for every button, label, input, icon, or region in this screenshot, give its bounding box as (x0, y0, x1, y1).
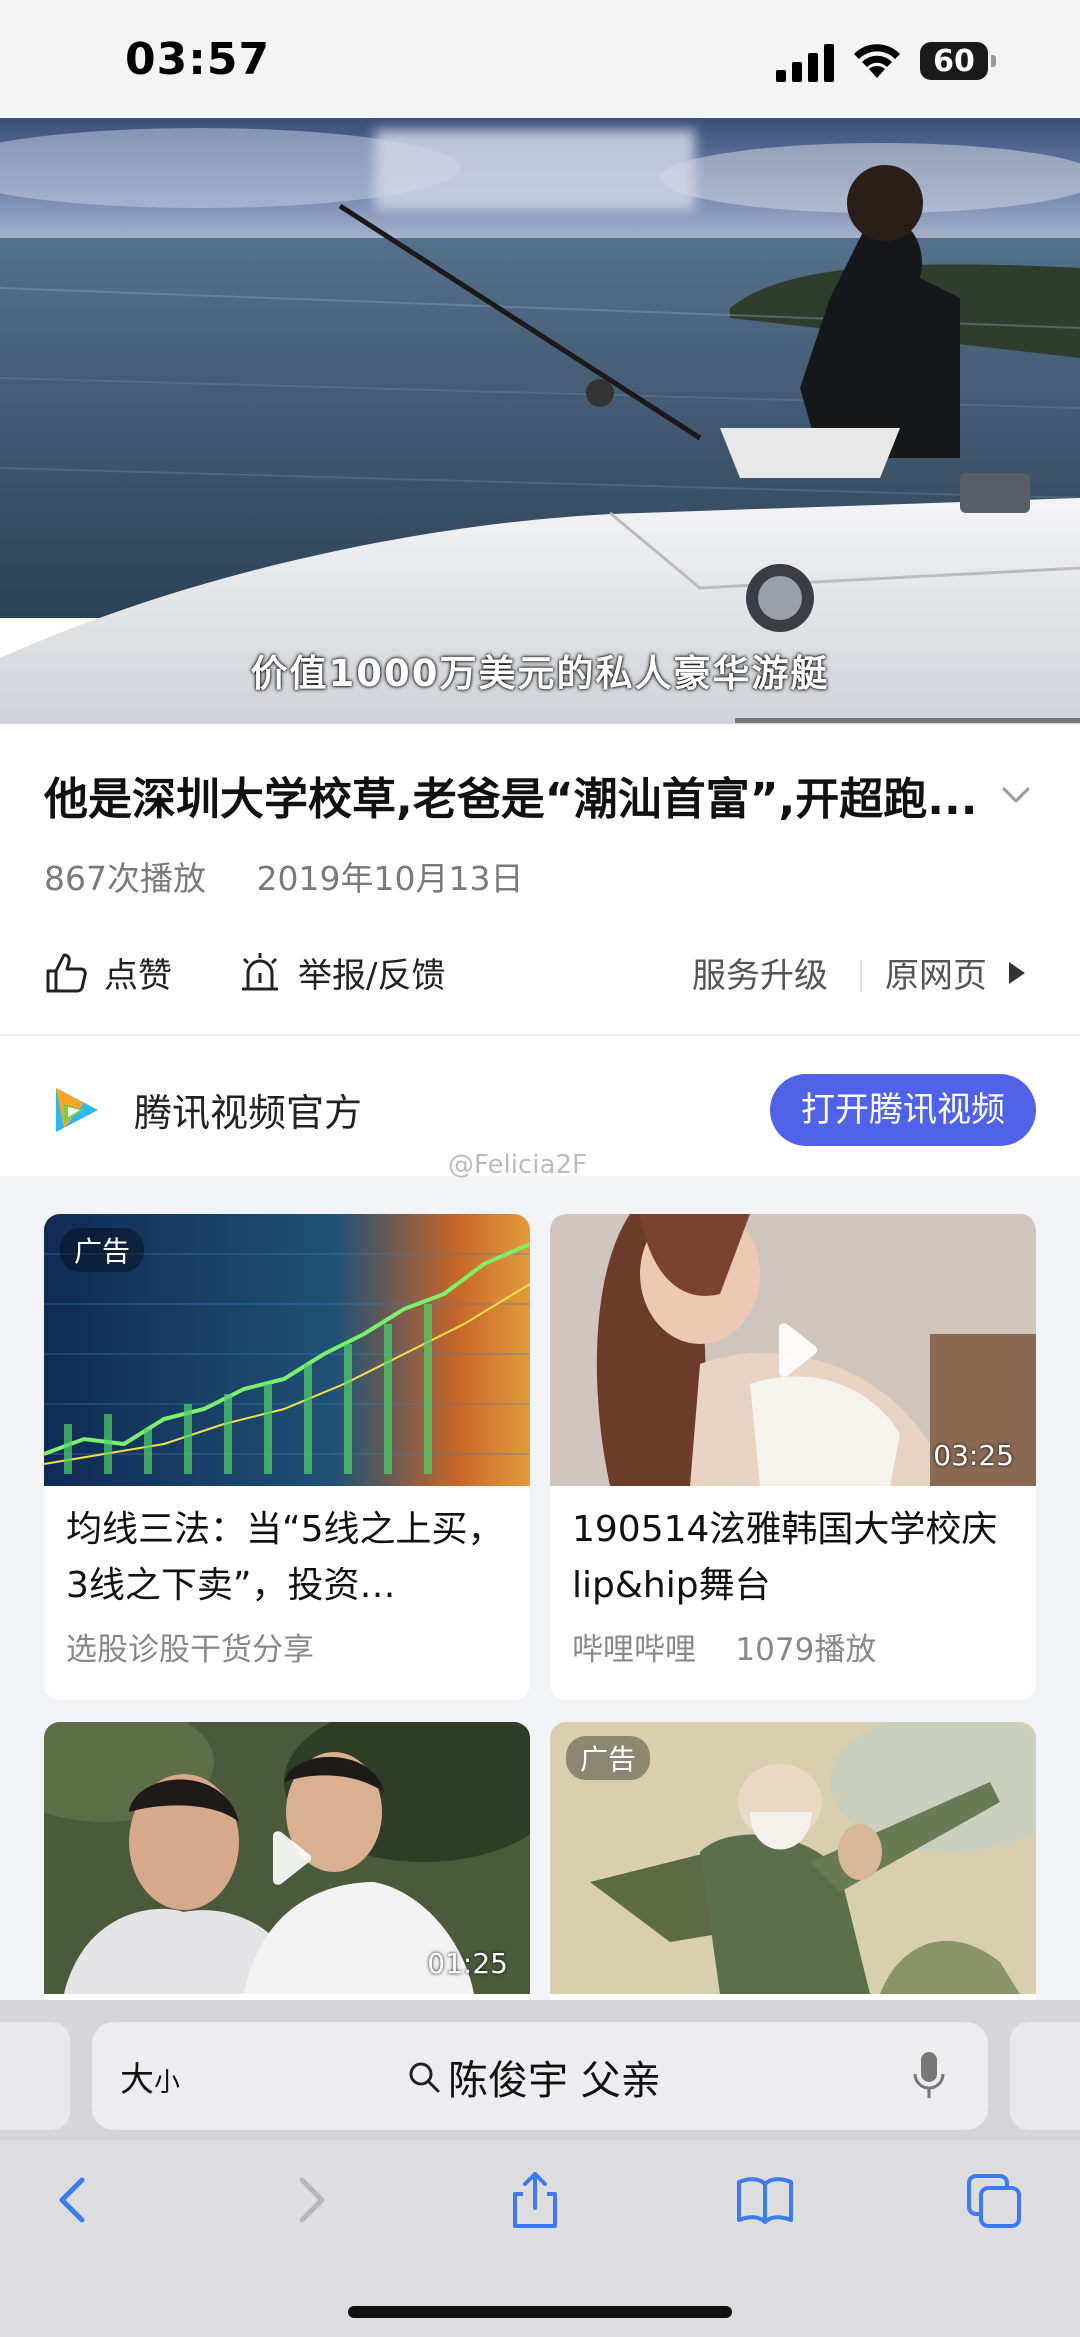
next-tab-preview[interactable] (1010, 2022, 1080, 2130)
card-source: 选股诊股干货分享 (66, 1632, 314, 1668)
video-progress-bar[interactable] (735, 718, 1080, 723)
ad-badge: 广告 (60, 1228, 145, 1272)
original-page-link[interactable]: 原网页 (885, 948, 1031, 997)
status-bar: 03:57 60 (0, 0, 1080, 118)
separator (860, 960, 862, 992)
battery-icon: 60 (920, 42, 998, 80)
video-duration: 03:25 (933, 1439, 1014, 1472)
back-icon[interactable] (44, 2170, 104, 2230)
card-source-site: 哔哩哔哩 (572, 1632, 696, 1668)
card-title: 均线三法：当“5线之上买，3线之下卖”，投资… (66, 1509, 504, 1606)
microphone-icon[interactable] (912, 2050, 946, 2102)
clock: 03:57 (125, 34, 271, 85)
signal-icon (776, 44, 834, 82)
search-icon (409, 2062, 440, 2093)
text-size-button[interactable]: 大小 (120, 2052, 180, 2101)
search-query[interactable]: 陈俊宇 父亲 (406, 2048, 661, 2106)
thumbs-up-icon (46, 953, 87, 992)
publish-date: 2019年10月13日 (256, 859, 524, 898)
play-count: 867次播放 (44, 859, 206, 898)
action-bar: 点赞 举报/反馈 服务升级 原网页 (0, 940, 1080, 1010)
alarm-icon (242, 952, 278, 990)
play-arrow-icon (1009, 961, 1025, 984)
tencent-video-logo-icon (56, 1088, 98, 1132)
service-upgrade-link[interactable]: 服务升级 (692, 948, 828, 997)
open-tencent-video-button[interactable]: 打开腾讯视频 (770, 1074, 1036, 1146)
text-size-small: 小 (154, 2068, 181, 2098)
watermark: @Felicia2F (448, 1150, 587, 1180)
battery-level: 60 (933, 44, 975, 79)
like-label: 点赞 (104, 956, 172, 996)
previous-tab-preview[interactable] (0, 2022, 70, 2130)
home-indicator (348, 2306, 732, 2318)
video-meta: 867次播放 2019年10月13日 (44, 852, 563, 900)
report-label: 举报/反馈 (298, 956, 446, 996)
original-page-label: 原网页 (885, 956, 987, 996)
feed-card[interactable]: 03:25 190514泫雅韩国大学校庆lip&hip舞台 哔哩哔哩 1079播… (550, 1214, 1036, 1700)
card-thumbnail: 广告 (44, 1214, 530, 1486)
card-title: 190514泫雅韩国大学校庆lip&hip舞台 (572, 1509, 998, 1606)
like-button[interactable]: 点赞 (44, 948, 172, 997)
tabs-icon[interactable] (965, 2170, 1025, 2230)
wifi-icon (854, 44, 900, 78)
chevron-down-icon[interactable] (996, 775, 1036, 815)
address-bar[interactable]: 大小 陈俊宇 父亲 (92, 2022, 988, 2130)
card-thumbnail: 广告 (550, 1722, 1036, 1994)
card-thumbnail: 01:25 (44, 1722, 530, 1994)
report-button[interactable]: 举报/反馈 (238, 948, 445, 997)
video-title: 他是深圳大学校草,老爸是“潮汕首富”,开超跑... (44, 774, 978, 825)
browser-toolbar: 大小 陈俊宇 父亲 (0, 2000, 1080, 2337)
bookmarks-icon[interactable] (735, 2170, 795, 2230)
share-icon[interactable] (505, 2170, 565, 2230)
text-size-big: 大 (120, 2060, 154, 2100)
search-query-text: 陈俊宇 父亲 (448, 2058, 661, 2104)
feed-card[interactable]: 01:25 (44, 1722, 530, 2022)
card-thumbnail: 03:25 (550, 1214, 1036, 1486)
play-icon (273, 1831, 312, 1885)
ad-badge: 广告 (566, 1736, 651, 1780)
blurred-overlay (375, 130, 695, 210)
feed-card[interactable]: 广告 均线三法：当“5线之上买，3线之下卖”，投资… 选股诊股干货分享 (44, 1214, 530, 1700)
address-bar-row: 大小 陈俊宇 父亲 (0, 2000, 1080, 2140)
feed-card[interactable]: 广告 (550, 1722, 1036, 2022)
play-icon (779, 1323, 818, 1377)
card-plays: 1079播放 (735, 1632, 877, 1668)
video-duration: 01:25 (427, 1947, 508, 1980)
forward-icon[interactable] (280, 2170, 340, 2230)
card-source: 哔哩哔哩 1079播放 (572, 1624, 876, 1669)
channel-name[interactable]: 腾讯视频官方 (134, 1082, 362, 1137)
navigation-row (0, 2140, 1080, 2260)
video-player[interactable]: 价值1000万美元的私人豪华游艇 (0, 118, 1080, 724)
video-subtitle: 价值1000万美元的私人豪华游艇 (250, 652, 830, 695)
